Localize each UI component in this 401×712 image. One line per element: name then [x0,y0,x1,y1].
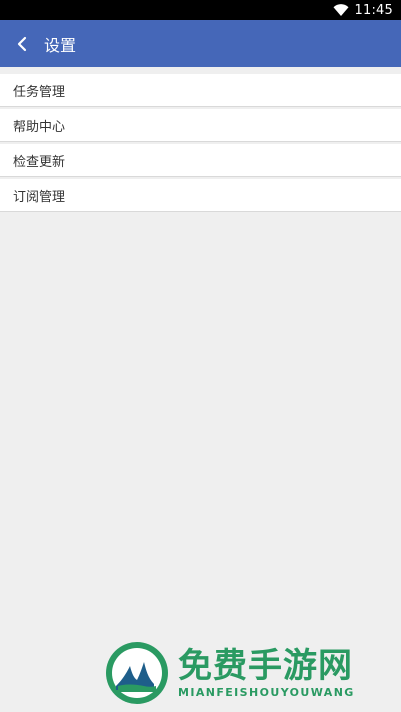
menu-item-task-management[interactable]: 任务管理 [0,74,401,107]
settings-menu: 任务管理 帮助中心 检查更新 订阅管理 [0,74,401,214]
m-logo-icon [106,642,168,704]
menu-item-help-center[interactable]: 帮助中心 [0,109,401,142]
status-bar: 11:45 [0,0,401,20]
chevron-left-icon [17,36,27,51]
page-title: 设置 [44,35,77,55]
back-button[interactable] [2,20,42,67]
watermark: 免费手游网 MIANFEISHOUYOUWANG [104,638,394,708]
status-time: 11:45 [354,2,393,18]
watermark-subtitle: MIANFEISHOUYOUWANG [178,686,355,699]
wifi-icon [333,4,349,16]
toolbar: 设置 [0,20,401,67]
menu-item-subscription-management[interactable]: 订阅管理 [0,179,401,212]
watermark-title: 免费手游网 [178,646,353,686]
menu-item-check-update[interactable]: 检查更新 [0,144,401,177]
